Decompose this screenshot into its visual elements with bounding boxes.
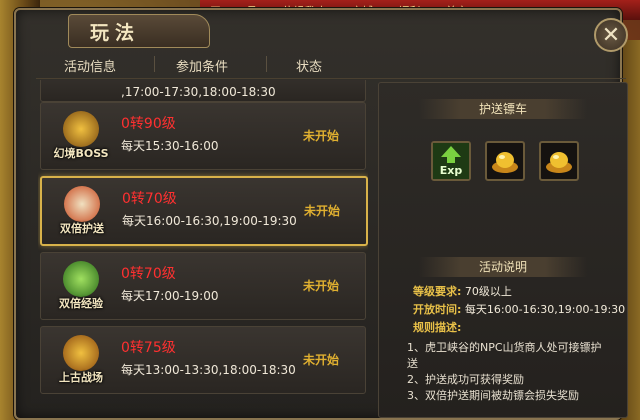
- activity-time: 每天15:30-16:00: [121, 139, 219, 153]
- description-section-title: 活动说明: [419, 257, 587, 277]
- exp-icon-graphic: Exp: [433, 143, 469, 179]
- level-requirement: 等级要求: 70级以上: [413, 283, 512, 299]
- boss-emblem-icon: 幻境BOSS: [53, 109, 109, 161]
- battlefield-emblem-icon: 上古战场: [55, 333, 107, 385]
- status-badge: 未开始: [303, 353, 340, 367]
- header-divider: [154, 56, 155, 72]
- activity-level: 0转70级: [122, 191, 177, 207]
- rule-line: 送: [407, 357, 418, 370]
- reward-section-title: 护送镖车: [419, 99, 587, 119]
- header-status: 状态: [296, 60, 323, 75]
- emblem-disc: [63, 261, 99, 297]
- emblem-label: 幻境BOSS: [53, 147, 109, 160]
- status-badge: 未开始: [304, 204, 341, 218]
- gold-ingot-graphic: [492, 152, 518, 173]
- emblem-label: 双倍护送: [60, 222, 104, 235]
- activity-row[interactable]: 双倍经验 0转70级 每天17:00-19:00 未开始: [40, 252, 366, 320]
- level-requirement-value: 70级以上: [464, 285, 512, 298]
- gold-ingot-graphic: [546, 152, 572, 173]
- header-activity-info: 活动信息: [64, 60, 117, 75]
- rules-label-line: 规则描述:: [413, 319, 461, 335]
- activity-row[interactable]: 幻境BOSS 0转90级 每天15:30-16:00 未开始: [40, 102, 366, 170]
- exp-text: Exp: [440, 164, 463, 177]
- emblem-disc: [63, 111, 99, 147]
- open-time-label: 开放时间:: [413, 303, 462, 316]
- activity-time: ,17:00-17:30,18:00-18:30: [121, 85, 276, 99]
- activity-time: 每天17:00-19:00: [121, 289, 219, 303]
- open-time-value: 每天16:00-16:30,19:00-19:30: [464, 303, 626, 316]
- window-title: 玩法: [90, 22, 141, 44]
- activity-detail-panel: 护送镖车 Exp 活动说明 等级要求: 70级以上 开放时间: 每天16:00-…: [378, 82, 628, 418]
- gameplay-window: 玩法 ✕ 活动信息 参加条件 状态 ,17:00-17:30,18:00-18:…: [14, 8, 628, 420]
- list-header: 活动信息 参加条件 状态: [36, 50, 626, 79]
- header-requirements: 参加条件: [176, 60, 229, 75]
- open-time: 开放时间: 每天16:00-16:30,19:00-19:30: [413, 301, 625, 317]
- exp-emblem-icon: 双倍经验: [55, 259, 107, 311]
- header-divider: [266, 56, 267, 72]
- level-requirement-label: 等级要求:: [413, 285, 462, 298]
- activity-row-selected[interactable]: 双倍护送 0转70级 每天16:00-16:30,19:00-19:30 未开始: [40, 176, 368, 246]
- emblem-label: 上古战场: [59, 371, 103, 384]
- activity-row[interactable]: 上古战场 0转75级 每天13:00-13:30,18:00-18:30 未开始: [40, 326, 366, 394]
- gold-ingot-icon[interactable]: [485, 141, 525, 181]
- activity-level: 0转90级: [121, 116, 176, 132]
- activity-row-partial[interactable]: ,17:00-17:30,18:00-18:30: [40, 80, 366, 102]
- activity-level: 0转70级: [121, 266, 176, 282]
- status-badge: 未开始: [303, 279, 340, 293]
- exp-icon[interactable]: Exp: [431, 141, 471, 181]
- rule-line: 3、双倍护送期间被劫镖会损失奖励: [407, 389, 579, 402]
- emblem-label: 双倍经验: [59, 297, 103, 310]
- activity-level: 0转75级: [121, 340, 176, 356]
- activity-time: 每天13:00-13:30,18:00-18:30: [121, 363, 296, 377]
- emblem-disc: [63, 335, 99, 371]
- close-button[interactable]: ✕: [594, 18, 628, 52]
- rules-label: 规则描述:: [413, 321, 462, 334]
- escort-emblem-icon: 双倍护送: [56, 184, 108, 236]
- activity-list[interactable]: ,17:00-17:30,18:00-18:30 幻境BOSS 0转90级 每天…: [38, 80, 368, 420]
- gold-ingot-icon[interactable]: [539, 141, 579, 181]
- activity-time: 每天16:00-16:30,19:00-19:30: [122, 214, 297, 228]
- rule-line: 2、护送成功可获得奖励: [407, 373, 524, 386]
- rule-line: 1、虎卫峡谷的NPC山货商人处可接镖护: [407, 341, 602, 354]
- emblem-disc: [64, 186, 100, 222]
- status-badge: 未开始: [303, 129, 340, 143]
- close-icon: ✕: [601, 22, 621, 48]
